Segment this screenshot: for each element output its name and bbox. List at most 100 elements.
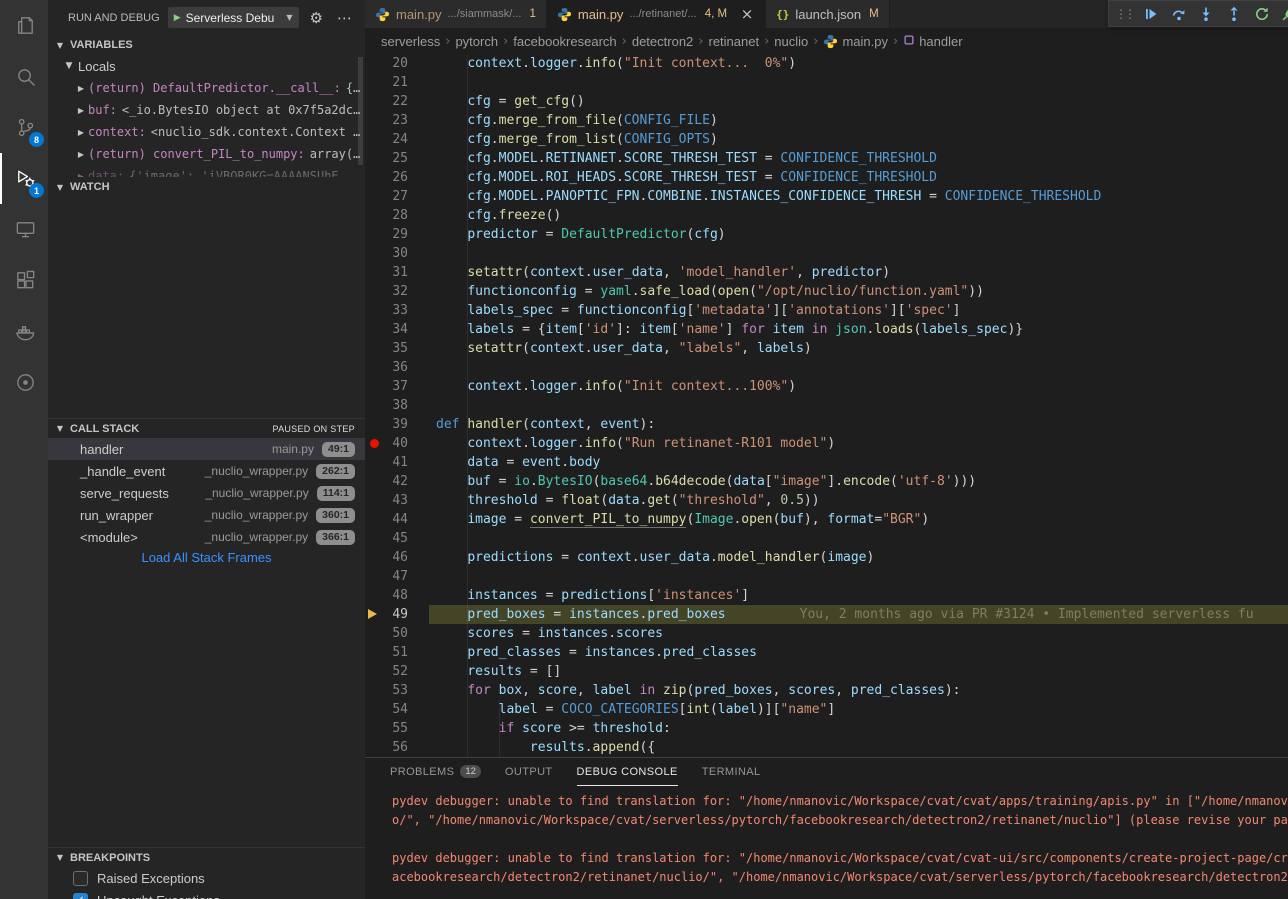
code-line[interactable]: 41 data = event.body xyxy=(365,453,1288,472)
variable-row[interactable]: ▶data:{'image': 'iVBOR0KG=AAAANSUhE… xyxy=(48,165,365,177)
code-line[interactable]: 55 if score >= threshold: xyxy=(365,719,1288,738)
breadcrumb-item[interactable]: detectron2 xyxy=(632,34,693,49)
breadcrumb-symbol[interactable]: handler xyxy=(903,34,962,49)
code-line[interactable]: 43 threshold = float(data.get("threshold… xyxy=(365,491,1288,510)
line-number[interactable]: 26 xyxy=(375,168,408,187)
sidebar-item-docker[interactable] xyxy=(0,306,48,357)
breadcrumb-item[interactable]: nuclio xyxy=(774,34,808,49)
code-line[interactable]: 36 xyxy=(365,358,1288,377)
breakpoint-item[interactable]: Raised Exceptions xyxy=(48,867,365,889)
line-number[interactable]: 44 xyxy=(375,510,408,529)
line-number[interactable]: 29 xyxy=(375,225,408,244)
variable-row[interactable]: ▶context:<nuclio_sdk.context.Context obj… xyxy=(48,121,365,143)
line-number[interactable]: 43 xyxy=(375,491,408,510)
code-line[interactable]: 47 xyxy=(365,567,1288,586)
code-line[interactable]: 56 results.append({ xyxy=(365,738,1288,757)
line-number[interactable]: 23 xyxy=(375,111,408,130)
code-line[interactable]: 49 pred_boxes = instances.pred_boxesYou,… xyxy=(365,605,1288,624)
code-line[interactable]: 46 predictions = context.user_data.model… xyxy=(365,548,1288,567)
breakpoint-item[interactable]: ✓Uncaught Exceptions xyxy=(48,889,365,899)
line-number[interactable]: 37 xyxy=(375,377,408,396)
line-number[interactable]: 39 xyxy=(375,415,408,434)
code-line[interactable]: 38 xyxy=(365,396,1288,415)
line-number[interactable]: 40 xyxy=(375,434,408,453)
sidebar-item-circle-tool[interactable] xyxy=(0,357,48,408)
code-line[interactable]: 24 cfg.merge_from_list(CONFIG_OPTS) xyxy=(365,130,1288,149)
load-all-stack-frames-link[interactable]: Load All Stack Frames xyxy=(48,550,365,565)
code-line[interactable]: 48 instances = predictions['instances'] xyxy=(365,586,1288,605)
line-number[interactable]: 50 xyxy=(375,624,408,643)
code-line[interactable]: 22 cfg = get_cfg() xyxy=(365,92,1288,111)
line-number[interactable]: 54 xyxy=(375,700,408,719)
stack-frame[interactable]: <module>_nuclio_wrapper.py366:1 xyxy=(48,526,365,548)
sidebar-item-extensions[interactable] xyxy=(0,255,48,306)
line-number[interactable]: 41 xyxy=(375,453,408,472)
line-number[interactable]: 33 xyxy=(375,301,408,320)
line-number[interactable]: 36 xyxy=(375,358,408,377)
line-number[interactable]: 45 xyxy=(375,529,408,548)
close-icon[interactable]: × xyxy=(739,5,755,23)
code-editor[interactable]: 20 context.logger.info("Init context... … xyxy=(365,54,1288,757)
breadcrumb-item[interactable]: serverless xyxy=(381,34,440,49)
code-line[interactable]: 42 buf = io.BytesIO(base64.b64decode(dat… xyxy=(365,472,1288,491)
step-over-button[interactable] xyxy=(1167,2,1191,26)
code-line[interactable]: 33 labels_spec = functionconfig['metadat… xyxy=(365,301,1288,320)
code-line[interactable]: 37 context.logger.info("Init context...1… xyxy=(365,377,1288,396)
code-line[interactable]: 44 image = convert_PIL_to_numpy(Image.op… xyxy=(365,510,1288,529)
drag-grip-icon[interactable]: ⋮⋮ xyxy=(1115,7,1133,21)
call-stack-section-header[interactable]: ▼ CALL STACK PAUSED ON STEP xyxy=(48,418,365,438)
code-line[interactable]: 39def handler(context, event): xyxy=(365,415,1288,434)
line-number[interactable]: 25 xyxy=(375,149,408,168)
line-number[interactable]: 32 xyxy=(375,282,408,301)
line-number[interactable]: 47 xyxy=(375,567,408,586)
code-line[interactable]: 51 pred_classes = instances.pred_classes xyxy=(365,643,1288,662)
breadcrumb-item[interactable]: facebookresearch xyxy=(513,34,616,49)
code-line[interactable]: 31 setattr(context.user_data, 'model_han… xyxy=(365,263,1288,282)
code-line[interactable]: 20 context.logger.info("Init context... … xyxy=(365,54,1288,73)
debug-console-output[interactable]: pydev debugger: unable to find translati… xyxy=(365,786,1288,887)
code-line[interactable]: 50 scores = instances.scores xyxy=(365,624,1288,643)
variable-row[interactable]: ▶(return) DefaultPredictor.__call__:{'in… xyxy=(48,77,365,99)
variables-scope-row[interactable]: ▼Locals xyxy=(48,55,365,77)
code-line[interactable]: 25 cfg.MODEL.RETINANET.SCORE_THRESH_TEST… xyxy=(365,149,1288,168)
variable-row[interactable]: ▶buf:<_io.BytesIO object at 0x7f5a2dc1ec… xyxy=(48,99,365,121)
code-line[interactable]: 30 xyxy=(365,244,1288,263)
line-number[interactable]: 31 xyxy=(375,263,408,282)
line-number[interactable]: 21 xyxy=(375,73,408,92)
line-number[interactable]: 20 xyxy=(375,54,408,73)
stack-frame[interactable]: run_wrapper_nuclio_wrapper.py360:1 xyxy=(48,504,365,526)
sidebar-item-remote-explorer[interactable] xyxy=(0,204,48,255)
line-number[interactable]: 48 xyxy=(375,586,408,605)
line-number[interactable]: 30 xyxy=(375,244,408,263)
editor-tab[interactable]: main.py.../siammask/...1 xyxy=(365,0,547,28)
code-line[interactable]: 21 xyxy=(365,73,1288,92)
panel-tab-output[interactable]: OUTPUT xyxy=(505,758,553,786)
line-number[interactable]: 24 xyxy=(375,130,408,149)
line-number[interactable]: 46 xyxy=(375,548,408,567)
line-number[interactable]: 53 xyxy=(375,681,408,700)
line-number[interactable]: 22 xyxy=(375,92,408,111)
code-line[interactable]: 23 cfg.merge_from_file(CONFIG_FILE) xyxy=(365,111,1288,130)
code-line[interactable]: 26 cfg.MODEL.ROI_HEADS.SCORE_THRESH_TEST… xyxy=(365,168,1288,187)
code-line[interactable]: 40 context.logger.info("Run retinanet-R1… xyxy=(365,434,1288,453)
line-number[interactable]: 28 xyxy=(375,206,408,225)
variables-scrollbar[interactable] xyxy=(358,57,363,165)
code-line[interactable]: 29 predictor = DefaultPredictor(cfg) xyxy=(365,225,1288,244)
disconnect-button[interactable] xyxy=(1277,2,1288,26)
code-line[interactable]: 35 setattr(context.user_data, "labels", … xyxy=(365,339,1288,358)
watch-section-header[interactable]: ▼ WATCH xyxy=(48,177,365,197)
code-line[interactable]: 45 xyxy=(365,529,1288,548)
launch-config-dropdown[interactable]: ▶ Serverless Debu ▼ xyxy=(168,7,299,28)
panel-tab-terminal[interactable]: TERMINAL xyxy=(702,758,761,786)
line-number[interactable]: 56 xyxy=(375,738,408,757)
breadcrumb-file[interactable]: main.py xyxy=(823,34,888,49)
line-number[interactable]: 51 xyxy=(375,643,408,662)
stack-frame[interactable]: _handle_event_nuclio_wrapper.py262:1 xyxy=(48,460,365,482)
start-debugging-icon[interactable]: ▶ xyxy=(174,13,181,23)
code-line[interactable]: 32 functionconfig = yaml.safe_load(open(… xyxy=(365,282,1288,301)
continue-button[interactable] xyxy=(1139,2,1163,26)
editor-tab[interactable]: main.py.../retinanet/...4, M× xyxy=(547,0,766,28)
editor-tab[interactable]: {}launch.jsonM xyxy=(766,0,890,28)
line-number[interactable]: 38 xyxy=(375,396,408,415)
stack-frame[interactable]: serve_requests_nuclio_wrapper.py114:1 xyxy=(48,482,365,504)
